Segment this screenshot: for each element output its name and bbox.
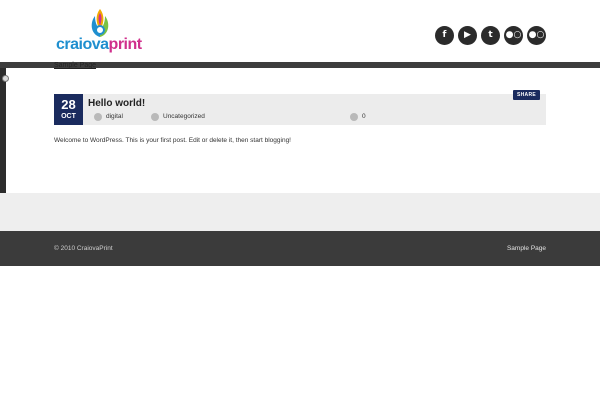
footer-link-sample-page[interactable]: Sample Page [507, 245, 546, 253]
share-button[interactable]: SHARE [512, 90, 540, 100]
post-date-day: 28 [61, 97, 76, 112]
logo-flame-icon [91, 9, 109, 37]
user-icon [94, 113, 102, 121]
site-footer: © 2010 CraiovaPrint Sample Page [0, 231, 600, 266]
comment-icon [350, 113, 358, 121]
flickr-icon[interactable]: ●○ [504, 26, 523, 45]
post-comments-link[interactable]: 0 [362, 113, 366, 121]
twitter-icon[interactable]: t [481, 26, 500, 45]
post-title[interactable]: Hello world! [88, 98, 145, 110]
nav-item-sample-page[interactable]: Sample Page [54, 62, 96, 70]
copyright-text: © 2010 CraiovaPrint [54, 245, 113, 252]
logo-text-part1: craiova [56, 36, 109, 53]
folder-icon [151, 113, 159, 121]
site-header: craiovaprint f ▶ t ●○ ●○ [0, 0, 600, 62]
logo-wordmark: craiovaprint [56, 37, 142, 53]
footer-widget-area [0, 193, 600, 231]
post-category-link[interactable]: Uncategorized [163, 113, 205, 121]
post-author-link[interactable]: digital [106, 113, 123, 121]
post-header: 28 OCT Hello world! digital Uncategorize… [54, 90, 546, 125]
logo-text-part2: print [108, 36, 143, 53]
side-panel-toggle[interactable] [2, 75, 9, 82]
flickr-icon-2[interactable]: ●○ [527, 26, 546, 45]
post-excerpt: Welcome to WordPress. This is your first… [54, 137, 291, 144]
post-date: 28 OCT [54, 94, 83, 125]
post-date-month: OCT [61, 113, 76, 120]
facebook-icon[interactable]: f [435, 26, 454, 45]
social-icons: f ▶ t ●○ ●○ [435, 26, 546, 45]
post-category: Uncategorized [151, 113, 205, 121]
post-author: digital [94, 113, 123, 121]
site-logo[interactable]: craiovaprint [56, 8, 148, 54]
post-comments: 0 [350, 113, 366, 121]
youtube-icon[interactable]: ▶ [458, 26, 477, 45]
